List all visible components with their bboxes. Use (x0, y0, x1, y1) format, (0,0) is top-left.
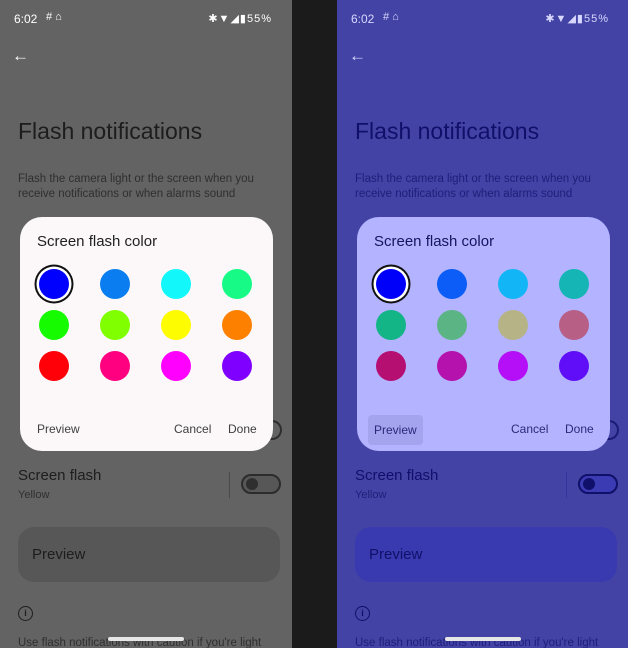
preview-button[interactable]: Preview (18, 527, 280, 582)
divider (566, 472, 567, 498)
notification-icons: #⌂ (46, 11, 65, 23)
page-description: Flash the camera light or the screen whe… (18, 173, 254, 200)
gesture-nav-bar[interactable] (445, 637, 521, 641)
bluetooth-icon: ✱ (545, 13, 556, 25)
signal-icon: ◢ (567, 13, 577, 25)
color-swatch[interactable] (100, 310, 130, 340)
screen-flash-color-dialog: Screen flash color Preview Cancel Done (20, 217, 273, 451)
screen-flash-subtitle: Yellow (18, 489, 50, 501)
color-swatch[interactable] (100, 269, 130, 299)
status-bar: 6:02 #⌂ ✱▼◢▮55% (349, 10, 617, 28)
color-swatch[interactable] (161, 310, 191, 340)
color-swatch[interactable] (559, 310, 589, 340)
info-icon: i (18, 606, 33, 621)
color-swatch[interactable] (498, 269, 528, 299)
bluetooth-icon: ✱ (208, 13, 219, 25)
screen-flash-title[interactable]: Screen flash (18, 467, 101, 484)
back-arrow-icon[interactable]: ← (12, 46, 29, 66)
dialog-done-button[interactable]: Done (228, 422, 257, 436)
divider (229, 472, 230, 498)
battery-percent: 55% (583, 13, 609, 25)
status-time: 6:02 (14, 12, 38, 26)
color-swatch[interactable] (376, 310, 406, 340)
screen-flash-switch[interactable] (241, 474, 281, 494)
preview-button[interactable]: Preview (355, 527, 617, 582)
color-swatch[interactable] (437, 351, 467, 381)
dialog-cancel-button[interactable]: Cancel (511, 422, 548, 436)
color-swatch[interactable] (559, 351, 589, 381)
wifi-icon: ▼ (555, 13, 568, 25)
color-swatch[interactable] (39, 351, 69, 381)
preview-label: Preview (32, 546, 86, 563)
grid-icon: # (46, 11, 56, 23)
notification-icons: #⌂ (383, 11, 402, 23)
dialog-preview-button[interactable]: Preview (37, 422, 80, 436)
left-phone-screen: 6:02 #⌂ ✱▼◢▮55% ← Flash notifications Fl… (0, 0, 292, 648)
gesture-nav-bar[interactable] (108, 637, 184, 641)
signal-icon: ◢ (230, 13, 240, 25)
color-swatch[interactable] (376, 351, 406, 381)
comparison-stage: 6:02 #⌂ ✱▼◢▮55% ← Flash notifications Fl… (0, 0, 628, 648)
color-swatch[interactable] (222, 269, 252, 299)
color-swatch[interactable] (437, 310, 467, 340)
home-icon: ⌂ (55, 11, 65, 23)
right-phone-screen: 6:02 #⌂ ✱▼◢▮55% ← Flash notifications Fl… (337, 0, 628, 648)
info-icon: i (355, 606, 370, 621)
status-time: 6:02 (351, 12, 375, 26)
system-icons: ✱▼◢▮55% (545, 12, 609, 25)
color-swatch[interactable] (559, 269, 589, 299)
screen-flash-title[interactable]: Screen flash (355, 467, 438, 484)
back-arrow-icon[interactable]: ← (349, 46, 366, 66)
wifi-icon: ▼ (218, 13, 231, 25)
screen-flash-color-dialog: Screen flash color Preview Cancel Done (357, 217, 610, 451)
system-icons: ✱▼◢▮55% (208, 12, 272, 25)
color-swatch[interactable] (222, 351, 252, 381)
color-swatch[interactable] (498, 351, 528, 381)
switch-knob (246, 478, 258, 490)
screen-flash-subtitle: Yellow (355, 489, 387, 501)
page-title: Flash notifications (355, 118, 540, 144)
color-swatch[interactable] (39, 269, 69, 299)
preview-label: Preview (369, 546, 423, 563)
dialog-done-button[interactable]: Done (565, 422, 594, 436)
dialog-cancel-button[interactable]: Cancel (174, 422, 211, 436)
page-title: Flash notifications (18, 118, 203, 144)
color-swatch[interactable] (222, 310, 252, 340)
color-swatch[interactable] (100, 351, 130, 381)
screen-flash-switch[interactable] (578, 474, 618, 494)
grid-icon: # (383, 11, 393, 23)
page-description: Flash the camera light or the screen whe… (355, 173, 591, 200)
color-swatch[interactable] (161, 351, 191, 381)
battery-icon: ▮ (576, 13, 584, 25)
status-bar: 6:02 #⌂ ✱▼◢▮55% (12, 10, 280, 28)
battery-percent: 55% (246, 13, 272, 25)
dialog-preview-button[interactable]: Preview (368, 415, 423, 445)
battery-icon: ▮ (239, 13, 247, 25)
color-swatch[interactable] (498, 310, 528, 340)
switch-knob (583, 478, 595, 490)
dialog-title: Screen flash color (37, 233, 158, 250)
dialog-title: Screen flash color (374, 233, 495, 250)
home-icon: ⌂ (392, 11, 402, 23)
color-swatch[interactable] (376, 269, 406, 299)
color-swatch[interactable] (39, 310, 69, 340)
color-swatch[interactable] (161, 269, 191, 299)
color-swatch[interactable] (437, 269, 467, 299)
